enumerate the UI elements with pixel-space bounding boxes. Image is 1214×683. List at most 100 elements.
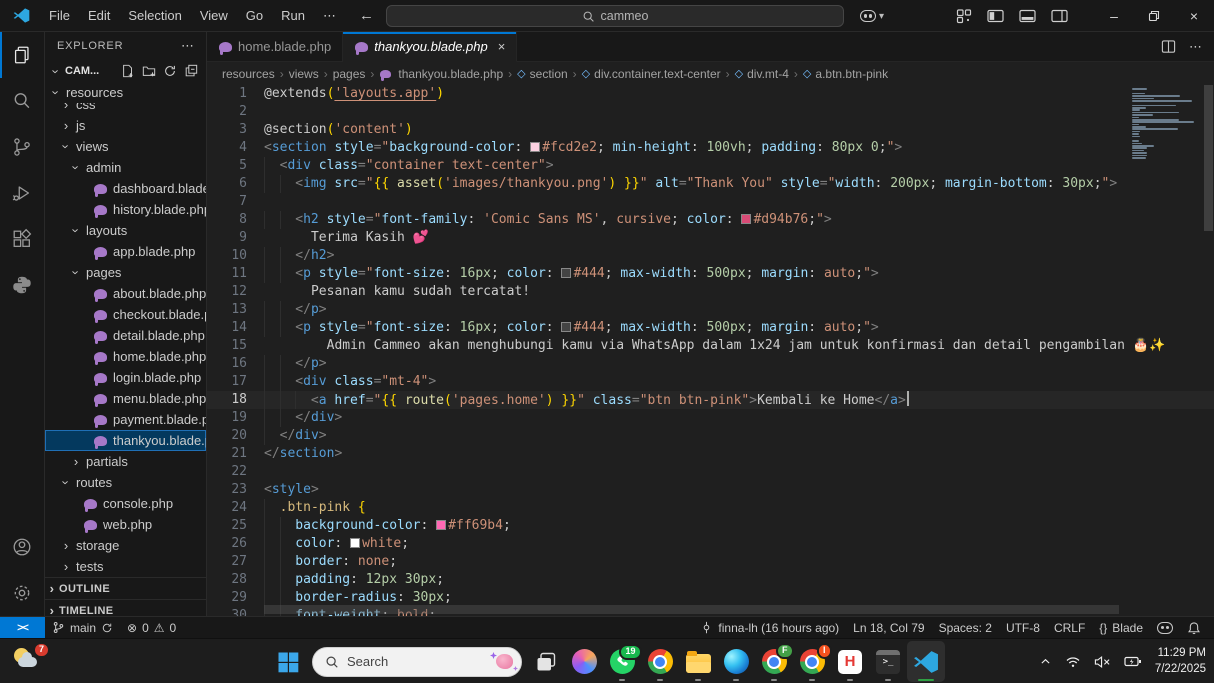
breadcrumb-item-pages[interactable]: pages <box>333 67 366 81</box>
sidebar-item-python[interactable] <box>0 262 44 308</box>
code-line-18[interactable]: 18 <a href="{{ route('pages.home') }}" cl… <box>207 391 1214 409</box>
tree-item-detail-blade-php[interactable]: detail.blade.php <box>45 325 206 346</box>
code-line-14[interactable]: 14 <p style="font-size: 16px; color: #444… <box>207 319 1214 337</box>
code-line-6[interactable]: 6 <img src="{{ asset('images/thankyou.png… <box>207 175 1214 193</box>
taskbar-chrome-profile-i-button[interactable]: I <box>793 641 832 682</box>
weather-widget[interactable]: 7 <box>12 642 50 676</box>
line-number[interactable]: 21 <box>207 445 264 463</box>
line-number[interactable]: 26 <box>207 535 264 553</box>
taskbar-search-box[interactable]: Search <box>312 646 522 677</box>
code-line-8[interactable]: 8 <h2 style="font-family: 'Comic Sans MS'… <box>207 211 1214 229</box>
line-number[interactable]: 2 <box>207 103 264 121</box>
code-line-15[interactable]: 15 Admin Cammeo akan menghubungi kamu vi… <box>207 337 1214 355</box>
code-line-27[interactable]: 27 border: none; <box>207 553 1214 571</box>
taskbar-chrome-button[interactable] <box>641 641 679 682</box>
minimap[interactable] <box>1132 88 1198 159</box>
code-line-21[interactable]: 21 </section> <box>207 445 1214 463</box>
code-line-23[interactable]: 23 <style> <box>207 481 1214 499</box>
copilot-menu[interactable]: ▾ <box>860 0 884 32</box>
line-number[interactable]: 15 <box>207 337 264 355</box>
tree-item-payment-blade-php[interactable]: payment.blade.php <box>45 409 206 430</box>
code-line-4[interactable]: 4 <section style="background-color: #fcd2… <box>207 139 1214 157</box>
tree-item-resources[interactable]: › resources <box>45 82 206 103</box>
code-line-1[interactable]: 1 @extends('layouts.app') <box>207 85 1214 103</box>
code-line-7[interactable]: 7 <box>207 193 1214 211</box>
tree-item-admin[interactable]: › admin <box>45 157 206 178</box>
tab-home-blade[interactable]: home.blade.php <box>207 32 344 61</box>
menu-view[interactable]: View <box>191 1 237 31</box>
code-line-28[interactable]: 28 padding: 12px 30px; <box>207 571 1214 589</box>
line-number[interactable]: 5 <box>207 157 264 175</box>
sidebar-item-extensions[interactable] <box>0 216 44 262</box>
line-number[interactable]: 29 <box>207 589 264 607</box>
code-editor[interactable]: 1 @extends('layouts.app') 2 3 @section('cont… <box>207 85 1214 616</box>
line-number[interactable]: 18 <box>207 391 264 409</box>
restore-button[interactable] <box>1134 0 1174 32</box>
line-number[interactable]: 28 <box>207 571 264 589</box>
code-line-25[interactable]: 25 background-color: #ff69b4; <box>207 517 1214 535</box>
battery-icon[interactable] <box>1124 655 1142 668</box>
toggle-primary-sidebar-button[interactable] <box>987 8 1004 24</box>
code-line-16[interactable]: 16 </p> <box>207 355 1214 373</box>
line-number[interactable]: 4 <box>207 139 264 157</box>
tree-item-web-php[interactable]: web.php <box>45 514 206 535</box>
sidebar-item-explorer[interactable] <box>0 32 44 78</box>
explorer-more-actions-button[interactable]: ⋯ <box>181 38 194 54</box>
menu-go[interactable]: Go <box>237 1 272 31</box>
language-mode-status[interactable]: {} Blade <box>1092 617 1150 638</box>
sidebar-item-run-debug[interactable] <box>0 170 44 216</box>
breadcrumb-item-views[interactable]: views <box>289 67 319 81</box>
tree-item-home-blade-php[interactable]: home.blade.php <box>45 346 206 367</box>
close-button[interactable]: × <box>1174 0 1214 32</box>
breadcrumb-item-section[interactable]: ◇ section <box>517 67 568 81</box>
tree-item-storage[interactable]: › storage <box>45 535 206 556</box>
taskbar-edge-button[interactable] <box>717 641 755 682</box>
refresh-button[interactable] <box>163 64 177 78</box>
breadcrumb-item-div-container-text-center[interactable]: ◇ div.container.text-center <box>582 67 721 81</box>
volume-muted-icon[interactable] <box>1094 655 1111 669</box>
taskbar-vscode-button[interactable] <box>907 641 945 682</box>
remote-indicator[interactable]: >< <box>0 617 45 638</box>
menu-more[interactable]: ⋯ <box>314 1 345 31</box>
sidebar-item-source-control[interactable] <box>0 124 44 170</box>
toggle-secondary-sidebar-button[interactable] <box>1051 8 1068 24</box>
tree-item-thankyou-blade-p-[interactable]: thankyou.blade.p... <box>45 430 206 451</box>
code-line-20[interactable]: 20 </div> <box>207 427 1214 445</box>
line-number[interactable]: 3 <box>207 121 264 139</box>
line-number[interactable]: 22 <box>207 463 264 481</box>
tree-item-pages[interactable]: › pages <box>45 262 206 283</box>
code-line-9[interactable]: 9 Terima Kasih 💕 <box>207 229 1214 247</box>
encoding-status[interactable]: UTF-8 <box>999 617 1047 638</box>
code-line-22[interactable]: 22 <box>207 463 1214 481</box>
start-button[interactable] <box>269 641 307 682</box>
line-number[interactable]: 12 <box>207 283 264 301</box>
line-number[interactable]: 13 <box>207 301 264 319</box>
command-center-search[interactable]: cammeo <box>386 5 844 27</box>
taskbar-h-app-button[interactable]: H <box>831 641 869 682</box>
tree-item-menu-blade-php[interactable]: menu.blade.php <box>45 388 206 409</box>
new-file-button[interactable] <box>121 64 135 78</box>
close-tab-icon[interactable]: × <box>498 39 506 54</box>
git-branch-status[interactable]: main <box>45 617 120 638</box>
line-number[interactable]: 6 <box>207 175 264 193</box>
tree-item-partials[interactable]: › partials <box>45 451 206 472</box>
indentation-status[interactable]: Spaces: 2 <box>932 617 999 638</box>
task-view-button[interactable] <box>527 641 565 682</box>
line-number[interactable]: 10 <box>207 247 264 265</box>
breadcrumb-item-resources[interactable]: resources <box>222 67 275 81</box>
color-swatch[interactable] <box>436 520 447 530</box>
line-number[interactable]: 9 <box>207 229 264 247</box>
code-line-11[interactable]: 11 <p style="font-size: 16px; color: #444… <box>207 265 1214 283</box>
color-swatch[interactable] <box>530 142 541 152</box>
tree-item-css[interactable]: › css <box>45 103 206 115</box>
tree-item-layouts[interactable]: › layouts <box>45 220 206 241</box>
breadcrumb-item-a-btn-btn-pink[interactable]: ◇ a.btn.btn-pink <box>803 67 888 81</box>
line-number[interactable]: 27 <box>207 553 264 571</box>
taskbar-chrome-profile-f-button[interactable]: F <box>755 641 794 682</box>
split-editor-button[interactable] <box>1161 39 1176 54</box>
tree-item-login-blade-php[interactable]: login.blade.php <box>45 367 206 388</box>
tree-item-about-blade-php[interactable]: about.blade.php <box>45 283 206 304</box>
sidebar-item-search[interactable] <box>0 78 44 124</box>
color-swatch[interactable] <box>350 538 361 548</box>
git-blame-status[interactable]: finna-lh (16 hours ago) <box>693 617 846 638</box>
